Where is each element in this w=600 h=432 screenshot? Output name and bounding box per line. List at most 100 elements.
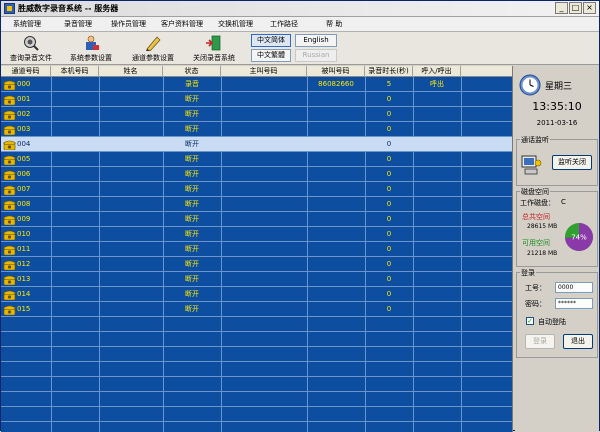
exit-button[interactable]: 退出 [563,334,593,349]
col-called[interactable]: 被叫号码 [307,66,365,77]
monitor-toggle-button[interactable]: 监听关闭 [552,155,592,170]
duration-cell: 0 [386,260,392,268]
query-recordings-button[interactable]: 查询录音文件 [9,33,53,63]
called-cell: 86082660 [318,80,354,88]
table-row[interactable]: 015 断开 0 [1,302,512,317]
menu-recording[interactable]: 录音管理 [64,19,92,29]
table-row[interactable]: 007 断开 0 [1,182,512,197]
lang-english-button[interactable]: English [295,34,337,47]
phone-icon [3,95,16,105]
channel-cell: 000 [17,80,31,88]
direction-cell [413,287,461,302]
close-system-button[interactable]: 关闭录音系统 [190,33,238,63]
called-cell [307,257,365,272]
caller-cell [221,197,307,212]
caller-cell [221,137,307,152]
channel-cell: 003 [17,125,31,133]
title-bar[interactable]: 胜威数字录音系统 -- 服务器 _ □ × [1,1,599,17]
phone-icon [3,245,16,255]
row-divider [1,361,512,362]
lang-traditional-button[interactable]: 中文繁體 [251,49,291,62]
login-group-title: 登录 [520,268,536,278]
direction-cell [413,272,461,287]
login-button: 登录 [525,334,555,349]
auto-login-checkbox[interactable]: ✓ [526,317,534,325]
status-cell: 断开 [185,125,199,133]
menu-switchboard[interactable]: 交换机管理 [218,19,253,29]
table-row[interactable]: 008 断开 0 [1,197,512,212]
channel-cell: 001 [17,95,31,103]
col-caller[interactable]: 主叫号码 [221,66,307,77]
duration-cell: 0 [386,185,392,193]
duration-cell: 0 [386,110,392,118]
menu-system[interactable]: 系统管理 [13,19,41,29]
channel-cell: 007 [17,185,31,193]
table-row[interactable]: 002 断开 0 [1,107,512,122]
status-cell: 断开 [185,185,199,193]
phone-icon [3,230,16,240]
phone-icon [3,125,16,135]
table-row[interactable]: 010 断开 0 [1,227,512,242]
minimize-button[interactable]: _ [555,2,568,14]
table-row[interactable]: 012 断开 0 [1,257,512,272]
called-cell [307,122,365,137]
col-local-number[interactable]: 本机号码 [51,66,99,77]
row-divider [1,331,512,332]
status-cell: 断开 [185,155,199,163]
called-cell [307,227,365,242]
table-row[interactable]: 011 断开 0 [1,242,512,256]
system-settings-label: 系统参数设置 [70,54,112,62]
table-row[interactable]: 014 断开 0 [1,287,512,302]
menu-customers[interactable]: 客户资料管理 [161,19,203,29]
channel-cell: 014 [17,290,31,298]
direction-cell [413,212,461,227]
system-settings-button[interactable]: 系统参数设置 [67,33,115,63]
menu-operators[interactable]: 操作员管理 [111,19,146,29]
table-row[interactable]: 013 断开 0 [1,272,512,287]
main-window: 胜威数字录音系统 -- 服务器 _ □ × 系统管理 录音管理 操作员管理 客户… [0,0,600,432]
phone-icon [3,290,16,300]
caller-cell [221,167,307,182]
table-row[interactable]: 000 录音 86082660 5 呼出 [1,77,512,91]
menu-work-path[interactable]: 工作路径 [270,19,298,29]
channel-settings-button[interactable]: 通道参数设置 [129,33,177,63]
col-direction[interactable]: 呼入/呼出 [413,66,461,77]
table-row[interactable]: 001 断开 0 [1,92,512,107]
phone-icon [3,80,16,90]
col-status[interactable]: 状态 [163,66,221,77]
app-icon [4,3,15,14]
caller-cell [221,92,307,107]
user-id-label: 工号： [525,284,546,292]
table-row[interactable]: 005 断开 0 [1,152,512,166]
lang-simplified-button[interactable]: 中文简体 [251,34,291,47]
status-cell: 断开 [185,245,199,253]
table-row[interactable]: 004 断开 0 [1,137,512,152]
table-row[interactable]: 009 断开 0 [1,212,512,227]
close-button[interactable]: × [583,2,596,14]
direction-cell [413,92,461,107]
table-header: 通道号码 本机号码 姓名 状态 主叫号码 被叫号码 录音时长(秒) 呼入/呼出 [1,66,512,77]
col-name[interactable]: 姓名 [99,66,163,77]
channel-cell: 010 [17,230,31,238]
menu-help[interactable]: 帮 助 [326,19,342,29]
table-row[interactable]: 006 断开 0 [1,167,512,182]
called-cell [307,92,365,107]
direction-cell [413,182,461,197]
duration-cell: 0 [386,140,392,148]
password-input[interactable]: ****** [555,298,593,309]
status-cell: 断开 [185,215,199,223]
channel-cell: 006 [17,170,31,178]
user-id-input[interactable]: 0000 [555,282,593,293]
col-duration[interactable]: 录音时长(秒) [365,66,413,77]
called-cell [307,302,365,317]
duration-cell: 0 [386,215,392,223]
maximize-button[interactable]: □ [569,2,582,14]
exit-door-icon [206,35,221,51]
channel-settings-label: 通道参数设置 [132,54,174,62]
status-cell: 断开 [185,110,199,118]
phone-icon [3,215,16,225]
caller-cell [221,107,307,122]
phone-icon [3,260,16,270]
table-row[interactable]: 003 断开 0 [1,122,512,137]
col-channel[interactable]: 通道号码 [1,66,51,77]
